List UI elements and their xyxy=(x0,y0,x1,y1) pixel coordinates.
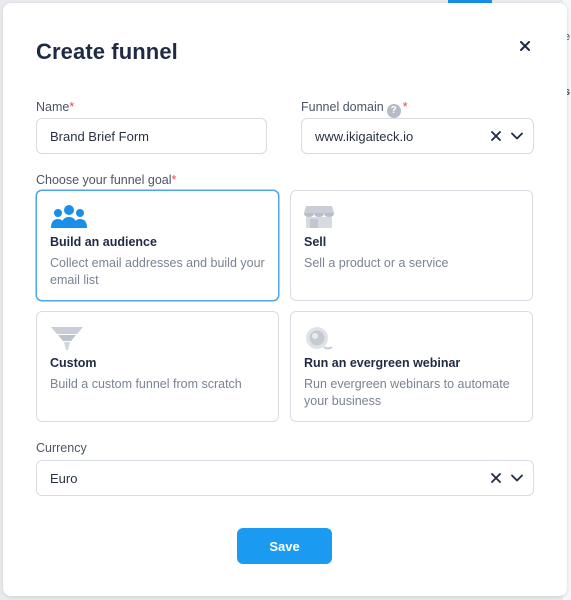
goal-card-description: Run evergreen webinars to automate your … xyxy=(304,377,510,408)
goal-card-sell[interactable]: Sell Sell a product or a service xyxy=(290,190,533,301)
goal-card-description: Build a custom funnel from scratch xyxy=(50,377,242,391)
funnel-icon xyxy=(50,325,88,351)
required-mark: * xyxy=(402,100,408,114)
goal-card-description: Sell a product or a service xyxy=(304,256,449,270)
help-icon[interactable]: ? xyxy=(386,104,401,118)
currency-dropdown-toggle[interactable] xyxy=(511,474,523,482)
required-mark: * xyxy=(69,100,75,114)
goal-card-title: Sell xyxy=(304,235,327,249)
goal-card-evergreen-webinar[interactable]: Run an evergreen webinar Run evergreen w… xyxy=(290,311,533,422)
webinar-icon xyxy=(304,325,342,351)
name-input[interactable]: Brand Brief Form xyxy=(36,118,267,154)
goal-card-custom[interactable]: Custom Build a custom funnel from scratc… xyxy=(36,311,279,422)
funnel-domain-value: www.ikigaiteck.io xyxy=(315,128,414,144)
funnel-domain-select[interactable]: www.ikigaiteck.io xyxy=(301,118,534,154)
domain-dropdown-toggle[interactable] xyxy=(511,132,523,140)
currency-value: Euro xyxy=(50,470,78,486)
save-button[interactable]: Save xyxy=(237,528,332,564)
goal-card-title: Custom xyxy=(50,356,97,370)
goal-card-description: Collect email addresses and build your e… xyxy=(50,256,265,287)
funnel-domain-label: Funnel domain? * xyxy=(301,100,408,118)
people-icon xyxy=(50,204,88,230)
clear-icon xyxy=(491,473,501,483)
clear-domain-button[interactable] xyxy=(491,131,501,141)
close-icon xyxy=(520,41,530,51)
name-label: Name* xyxy=(36,100,74,114)
goal-card-title: Run an evergreen webinar xyxy=(304,356,461,370)
funnel-domain-label-text: Funnel domain xyxy=(301,100,384,114)
clear-icon xyxy=(491,131,501,141)
goal-card-build-audience[interactable]: Build an audience Collect email addresse… xyxy=(36,190,279,301)
create-funnel-modal: Create funnel Name* Brand Brief Form Fun… xyxy=(3,3,567,596)
chevron-down-icon xyxy=(511,474,523,482)
name-label-text: Name xyxy=(36,100,70,114)
storefront-icon xyxy=(304,204,342,230)
currency-select[interactable]: Euro xyxy=(36,460,534,496)
close-button[interactable] xyxy=(515,36,535,56)
modal-title: Create funnel xyxy=(36,39,178,64)
currency-label: Currency xyxy=(36,441,87,455)
clear-currency-button[interactable] xyxy=(491,473,501,483)
required-mark: * xyxy=(171,173,177,187)
chevron-down-icon xyxy=(511,132,523,140)
goal-label: Choose your funnel goal* xyxy=(36,173,176,187)
goal-card-title: Build an audience xyxy=(50,235,157,249)
goal-label-text: Choose your funnel goal xyxy=(36,173,172,187)
name-input-value: Brand Brief Form xyxy=(50,128,149,144)
